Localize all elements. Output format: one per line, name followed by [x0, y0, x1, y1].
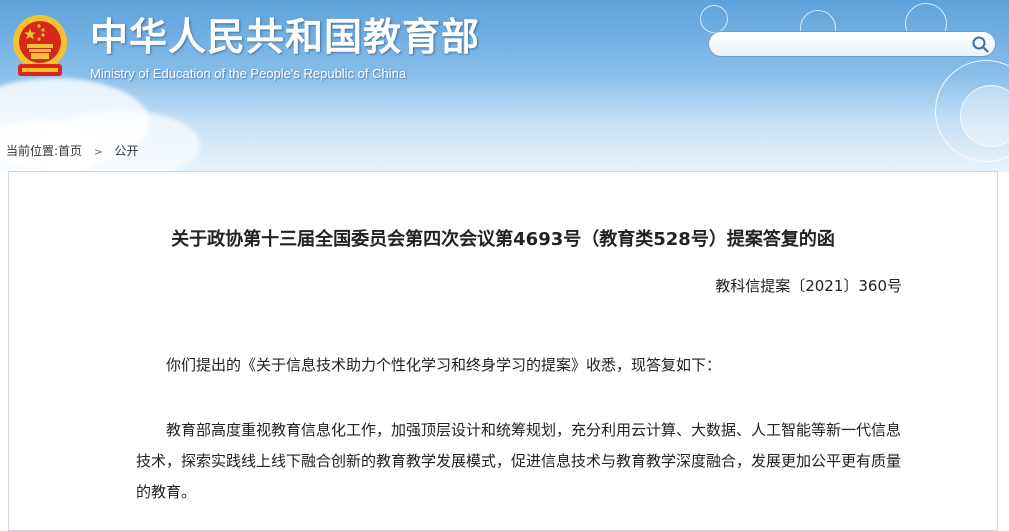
article-container: 关于政协第十三届全国委员会第四次会议第4693号（教育类528号）提案答复的函 … — [8, 171, 998, 531]
article-paragraph: 教育部高度重视教育信息化工作，加强顶层设计和统筹规划，充分利用云计算、大数据、人… — [136, 421, 902, 501]
breadcrumb-separator: > — [94, 147, 103, 158]
breadcrumb-public-link[interactable]: 公开 — [114, 144, 138, 158]
breadcrumb-prefix: 当前位置: — [6, 144, 59, 158]
search-icon — [972, 36, 989, 53]
breadcrumb-home-link[interactable]: 首页 — [58, 144, 82, 158]
dandelion-decoration — [700, 5, 728, 33]
national-emblem-icon[interactable] — [10, 12, 70, 80]
site-subtitle: Ministry of Education of the People's Re… — [90, 66, 407, 81]
search-input[interactable] — [721, 35, 965, 55]
breadcrumb: 当前位置:首页 > 公开 — [6, 143, 138, 159]
site-title: 中华人民共和国教育部 — [90, 15, 481, 59]
document-title: 关于政协第十三届全国委员会第四次会议第4693号（教育类528号）提案答复的函 — [171, 229, 835, 250]
document-number: 教科信提案〔2021〕360号 — [715, 277, 902, 295]
search-button[interactable] — [969, 33, 991, 55]
article-paragraph: 你们提出的《关于信息技术助力个性化学习和终身学习的提案》收悉，现答复如下： — [166, 356, 722, 374]
site-header: 中华人民共和国教育部 Ministry of Education of the … — [0, 0, 1009, 172]
search-box — [708, 31, 996, 57]
